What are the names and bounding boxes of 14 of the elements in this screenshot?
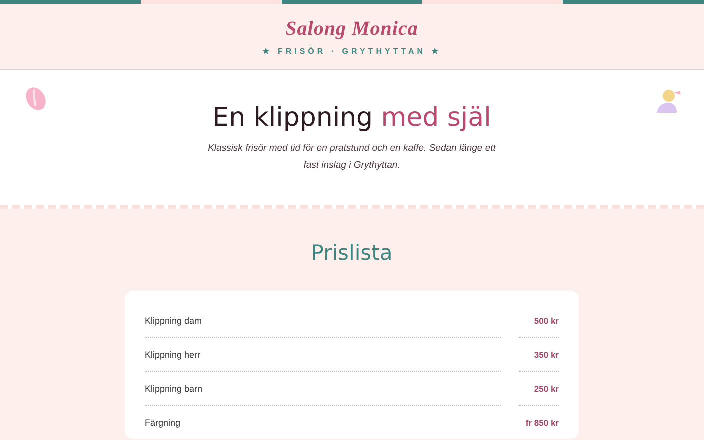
hero-heading: En klippning bbox=[212, 103, 374, 133]
tagline: ★ FRISÖR · GRYTHYTTAN ★ bbox=[262, 46, 442, 58]
service-name: Klippning dam bbox=[145, 314, 501, 338]
hero-heading-accent: med själ bbox=[381, 103, 492, 133]
service-price: 350 kr bbox=[519, 349, 559, 372]
service-price: 500 kr bbox=[519, 315, 559, 338]
service-price: 250 kr bbox=[519, 383, 559, 406]
service-price: fr 850 kr bbox=[519, 417, 559, 439]
service-name: Klippning herr bbox=[145, 348, 501, 372]
site-title: Salong Monica bbox=[286, 17, 418, 41]
intro-text: Klassisk frisör med tid för en pratstund och en kaffe. Sedan länge ett fast inslag i Grythyttan. bbox=[207, 142, 498, 173]
section-heading: Prislista bbox=[311, 240, 393, 267]
service-name: Färgning bbox=[145, 416, 501, 439]
service-name: Klippning barn bbox=[145, 382, 501, 406]
